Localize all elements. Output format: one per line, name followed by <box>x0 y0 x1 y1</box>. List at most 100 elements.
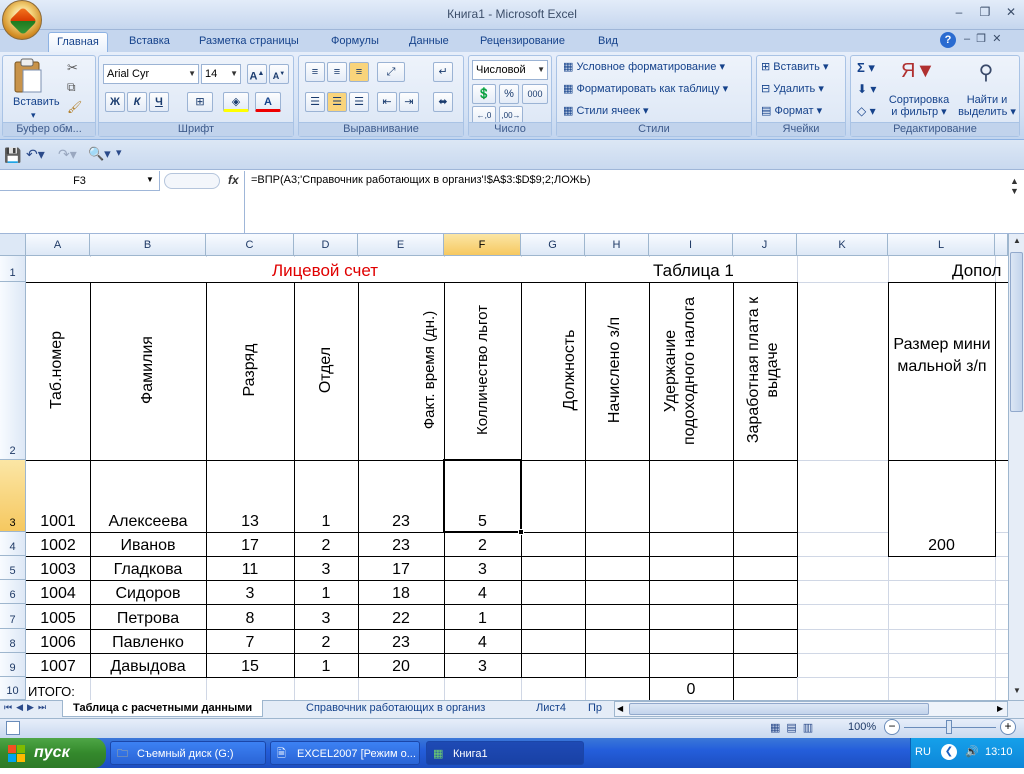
scroll-down-icon[interactable]: ▼ <box>1010 684 1024 698</box>
sheet-tab-calc[interactable]: Таблица с расчетными данными <box>62 700 264 717</box>
row-header-5[interactable]: 5 <box>0 556 26 580</box>
column-header-d[interactable]: D <box>294 234 358 256</box>
cell-a5[interactable]: 1003 <box>26 556 90 580</box>
currency-icon[interactable]: 💲 <box>472 84 496 104</box>
office-button[interactable] <box>2 0 42 40</box>
zoom-level[interactable]: 100% <box>848 721 876 733</box>
scroll-right-icon[interactable]: ▶ <box>997 702 1003 716</box>
cell-e3[interactable]: 23 <box>358 460 444 532</box>
tab-review[interactable]: Рецензирование <box>472 32 573 52</box>
name-box[interactable]: F3 <box>0 171 160 191</box>
cell-b4[interactable]: Иванов <box>90 532 206 556</box>
align-right-icon[interactable]: ☰ <box>349 92 369 112</box>
tray-expand-icon[interactable]: ❮ <box>941 744 957 760</box>
cell-d3[interactable]: 1 <box>294 460 358 532</box>
row-header-6[interactable]: 6 <box>0 580 26 604</box>
delete-cells-button[interactable]: ⊟ Удалить ▾ <box>761 82 824 95</box>
minimize-button[interactable]: – <box>946 4 972 22</box>
cell-e7[interactable]: 22 <box>358 604 444 629</box>
cell-b8[interactable]: Павленко <box>90 629 206 653</box>
cell-b5[interactable]: Гладкова <box>90 556 206 580</box>
zoom-out-icon[interactable]: − <box>884 719 900 735</box>
scroll-left-icon[interactable]: ◀ <box>617 702 623 716</box>
format-cells-button[interactable]: ▤ Формат ▾ <box>761 104 822 117</box>
sheet-tab-directory[interactable]: Справочник работающих в организ <box>296 700 495 717</box>
cell-b9[interactable]: Давыдова <box>90 653 206 677</box>
customize-qat-icon[interactable]: ▾ <box>116 146 122 159</box>
cell-c8[interactable]: 7 <box>206 629 294 653</box>
cell-a7[interactable]: 1005 <box>26 604 90 629</box>
wrap-text-icon[interactable]: ↵ <box>433 62 453 82</box>
horizontal-scroll-thumb[interactable] <box>629 703 929 715</box>
cell-d6[interactable]: 1 <box>294 580 358 604</box>
copy-icon[interactable]: ⧉ <box>67 80 76 95</box>
italic-button[interactable]: К <box>127 92 147 112</box>
view-buttons-icon[interactable]: ▦▤▥ <box>770 721 819 734</box>
start-button[interactable]: пуск <box>0 738 106 768</box>
cell-d8[interactable]: 2 <box>294 629 358 653</box>
decrease-indent-icon[interactable]: ⇤ <box>377 92 397 112</box>
thousands-button[interactable]: 000 <box>522 84 548 104</box>
cell-e5[interactable]: 17 <box>358 556 444 580</box>
sheet-tab-more[interactable]: Пр <box>584 700 606 717</box>
shrink-font-button[interactable]: A▼ <box>269 64 289 84</box>
find-select-button[interactable]: Найти и выделить ▾ <box>957 94 1017 118</box>
tab-insert[interactable]: Вставка <box>121 32 178 52</box>
row-header-8[interactable]: 8 <box>0 629 26 653</box>
cell-f6[interactable]: 4 <box>444 580 521 604</box>
fill-handle[interactable] <box>518 529 524 535</box>
task-removable-disk[interactable]: 🗀 Съемный диск (G:) <box>110 741 266 765</box>
cell-f9[interactable]: 3 <box>444 653 521 677</box>
autosum-icon[interactable]: Σ ▾ <box>857 60 875 76</box>
cell-c3[interactable]: 13 <box>206 460 294 532</box>
clear-icon[interactable]: ◇ ▾ <box>857 104 876 118</box>
language-indicator[interactable]: RU <box>915 746 931 758</box>
vertical-scroll-thumb[interactable] <box>1010 252 1023 412</box>
column-header-l[interactable]: L <box>888 234 995 256</box>
column-header-h[interactable]: H <box>585 234 649 256</box>
align-left-icon[interactable]: ☰ <box>305 92 325 112</box>
task-excel2007[interactable]: 🗎 EXCEL2007 [Режим о... <box>270 741 420 765</box>
cell-f4[interactable]: 2 <box>444 532 521 556</box>
row-header-4[interactable]: 4 <box>0 532 26 556</box>
cell-e8[interactable]: 23 <box>358 629 444 653</box>
cell-styles-button[interactable]: ▦ Стили ячеек ▾ <box>563 104 649 117</box>
align-bottom-icon[interactable]: ≡ <box>349 62 369 82</box>
sheet-tab-list4[interactable]: Лист4 <box>526 700 576 717</box>
cell-d5[interactable]: 3 <box>294 556 358 580</box>
cell-a8[interactable]: 1006 <box>26 629 90 653</box>
vertical-scrollbar[interactable]: ▲ ▼ <box>1008 234 1024 700</box>
increase-indent-icon[interactable]: ⇥ <box>399 92 419 112</box>
row-header-7[interactable]: 7 <box>0 604 26 629</box>
merge-cells-icon[interactable]: ⬌ <box>433 92 453 112</box>
cut-icon[interactable]: ✂ <box>67 60 78 76</box>
column-header-b[interactable]: B <box>90 234 206 256</box>
namebox-dropdown-icon[interactable]: ▼ <box>146 175 154 184</box>
cell-c4[interactable]: 17 <box>206 532 294 556</box>
column-header-j[interactable]: J <box>733 234 797 256</box>
grow-font-button[interactable]: A▲ <box>247 64 267 84</box>
bold-button[interactable]: Ж <box>105 92 125 112</box>
cell-f5[interactable]: 3 <box>444 556 521 580</box>
cell-f8[interactable]: 4 <box>444 629 521 653</box>
column-header-a[interactable]: A <box>26 234 90 256</box>
print-preview-icon[interactable]: 🔍▾ <box>88 146 111 162</box>
cell-d9[interactable]: 1 <box>294 653 358 677</box>
column-header-i[interactable]: I <box>649 234 733 256</box>
row-header-3[interactable]: 3 <box>0 460 26 532</box>
cell-f7[interactable]: 1 <box>444 604 521 629</box>
orientation-icon[interactable]: ⤢ <box>377 62 405 82</box>
undo-icon[interactable]: ↶▾ <box>26 146 45 163</box>
paste-button[interactable]: Вставить <box>13 96 60 108</box>
cell-b7[interactable]: Петрова <box>90 604 206 629</box>
help-icon[interactable]: ? <box>940 32 956 48</box>
cell-c5[interactable]: 11 <box>206 556 294 580</box>
tray-volume-icon[interactable]: 🔊 <box>965 745 979 758</box>
column-header-e[interactable]: E <box>358 234 444 256</box>
cell-c9[interactable]: 15 <box>206 653 294 677</box>
restore-button[interactable]: ❐ <box>972 4 998 22</box>
cell-d4[interactable]: 2 <box>294 532 358 556</box>
cell-a4[interactable]: 1002 <box>26 532 90 556</box>
cell-a3[interactable]: 1001 <box>26 460 90 532</box>
cell-c6[interactable]: 3 <box>206 580 294 604</box>
